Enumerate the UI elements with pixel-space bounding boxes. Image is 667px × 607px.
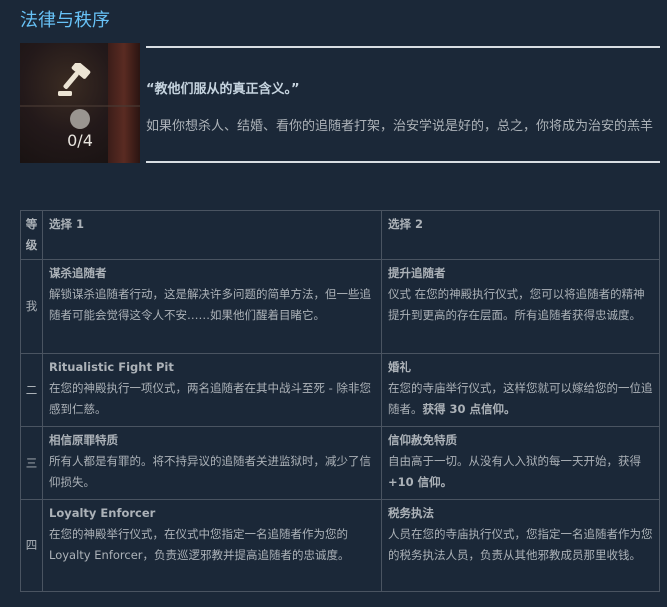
doctrine-thumbnail: 0/4 — [20, 43, 140, 163]
header-choice-2: 选择 2 — [381, 210, 660, 260]
header-choice-1: 选择 1 — [42, 210, 382, 260]
choice-description: 人员在您的寺庙执行仪式，您指定一名追随者作为您的税务执法人员，负责从其他邪教成员… — [388, 527, 653, 562]
row-level: 四 — [20, 499, 43, 592]
progress-dot — [70, 109, 90, 129]
gavel-icon — [58, 63, 91, 96]
choice-reward: 获得 30 点信仰。 — [422, 402, 516, 416]
table-row: 我 谋杀追随者 解锁谋杀追随者行动，这是解决许多问题的简单方法，但一些追随者可能… — [20, 259, 660, 354]
choice-description: 自由高于一切。从没有人入狱的每一天开始，获得 — [388, 454, 641, 468]
divider-bottom — [146, 161, 660, 163]
choice-title: Ritualistic Fight Pit — [49, 360, 174, 374]
choice-reward: +10 信仰。 — [388, 475, 453, 489]
choice-title: 婚礼 — [388, 360, 411, 374]
row-level: 三 — [20, 426, 43, 500]
doctrine-description: 如果你想杀人、结婚、看你的追随者打架，治安学说是好的，总之，你将成为治安的羔羊 — [146, 119, 654, 134]
choice-2-cell: 信仰赦免特质 自由高于一切。从没有人入狱的每一天开始，获得 +10 信仰。 — [381, 426, 660, 500]
header-level: 等级 — [20, 210, 43, 260]
section-title: 法律与秩序 — [20, 10, 110, 31]
table-row: 三 相信原罪特质 所有人都是有罪的。将不持异议的追随者关进监狱时，减少了信仰损失… — [20, 426, 660, 500]
choice-title: Loyalty Enforcer — [49, 506, 156, 520]
choice-description: 仪式 在您的神殿执行仪式，您可以将追随者的精神提升到更高的存在层面。所有追随者获… — [388, 287, 645, 322]
choice-description: 所有人都是有罪的。将不持异议的追随者关进监狱时，减少了信仰损失。 — [49, 454, 371, 489]
divider-top — [146, 46, 660, 48]
row-level: 我 — [20, 259, 43, 354]
choice-1-cell: Loyalty Enforcer 在您的神殿举行仪式，在仪式中您指定一名追随者作… — [42, 499, 382, 592]
table-row: 四 Loyalty Enforcer 在您的神殿举行仪式，在仪式中您指定一名追随… — [20, 499, 660, 592]
choice-title: 信仰赦免特质 — [388, 433, 457, 447]
doctrine-banner: 0/4 “教他们服从的真正含义。” 如果你想杀人、结婚、看你的追随者打架，治安学… — [20, 43, 660, 165]
choice-title: 提升追随者 — [388, 266, 446, 280]
choice-title: 相信原罪特质 — [49, 433, 118, 447]
doctrine-quote: “教他们服从的真正含义。” — [146, 82, 300, 97]
row-level: 二 — [20, 353, 43, 427]
background-rail — [20, 105, 140, 107]
table-header-row: 等级 选择 1 选择 2 — [20, 210, 660, 260]
choice-title: 税务执法 — [388, 506, 434, 520]
doctrine-table: 等级 选择 1 选择 2 我 谋杀追随者 解锁谋杀追随者行动，这是解决许多问题的… — [20, 210, 660, 592]
choice-title: 谋杀追随者 — [49, 266, 107, 280]
choice-description: 解锁谋杀追随者行动，这是解决许多问题的简单方法，但一些追随者可能会觉得这令人不安… — [49, 287, 371, 322]
choice-description: 在您的神殿执行一项仪式，两名追随者在其中战斗至死 - 除非您感到仁慈。 — [49, 381, 371, 416]
choice-1-cell: Ritualistic Fight Pit 在您的神殿执行一项仪式，两名追随者在… — [42, 353, 382, 427]
choice-2-cell: 税务执法 人员在您的寺庙执行仪式，您指定一名追随者作为您的税务执法人员，负责从其… — [381, 499, 660, 592]
choice-1-cell: 谋杀追随者 解锁谋杀追随者行动，这是解决许多问题的简单方法，但一些追随者可能会觉… — [42, 259, 382, 354]
table-row: 二 Ritualistic Fight Pit 在您的神殿执行一项仪式，两名追随… — [20, 353, 660, 427]
choice-2-cell: 婚礼 在您的寺庙举行仪式，这样您就可以嫁给您的一位追随者。获得 30 点信仰。 — [381, 353, 660, 427]
choice-description: 在您的神殿举行仪式，在仪式中您指定一名追随者作为您的 Loyalty Enfor… — [49, 527, 350, 562]
progress-count: 0/4 — [67, 131, 93, 150]
choice-1-cell: 相信原罪特质 所有人都是有罪的。将不持异议的追随者关进监狱时，减少了信仰损失。 — [42, 426, 382, 500]
choice-2-cell: 提升追随者 仪式 在您的神殿执行仪式，您可以将追随者的精神提升到更高的存在层面。… — [381, 259, 660, 354]
